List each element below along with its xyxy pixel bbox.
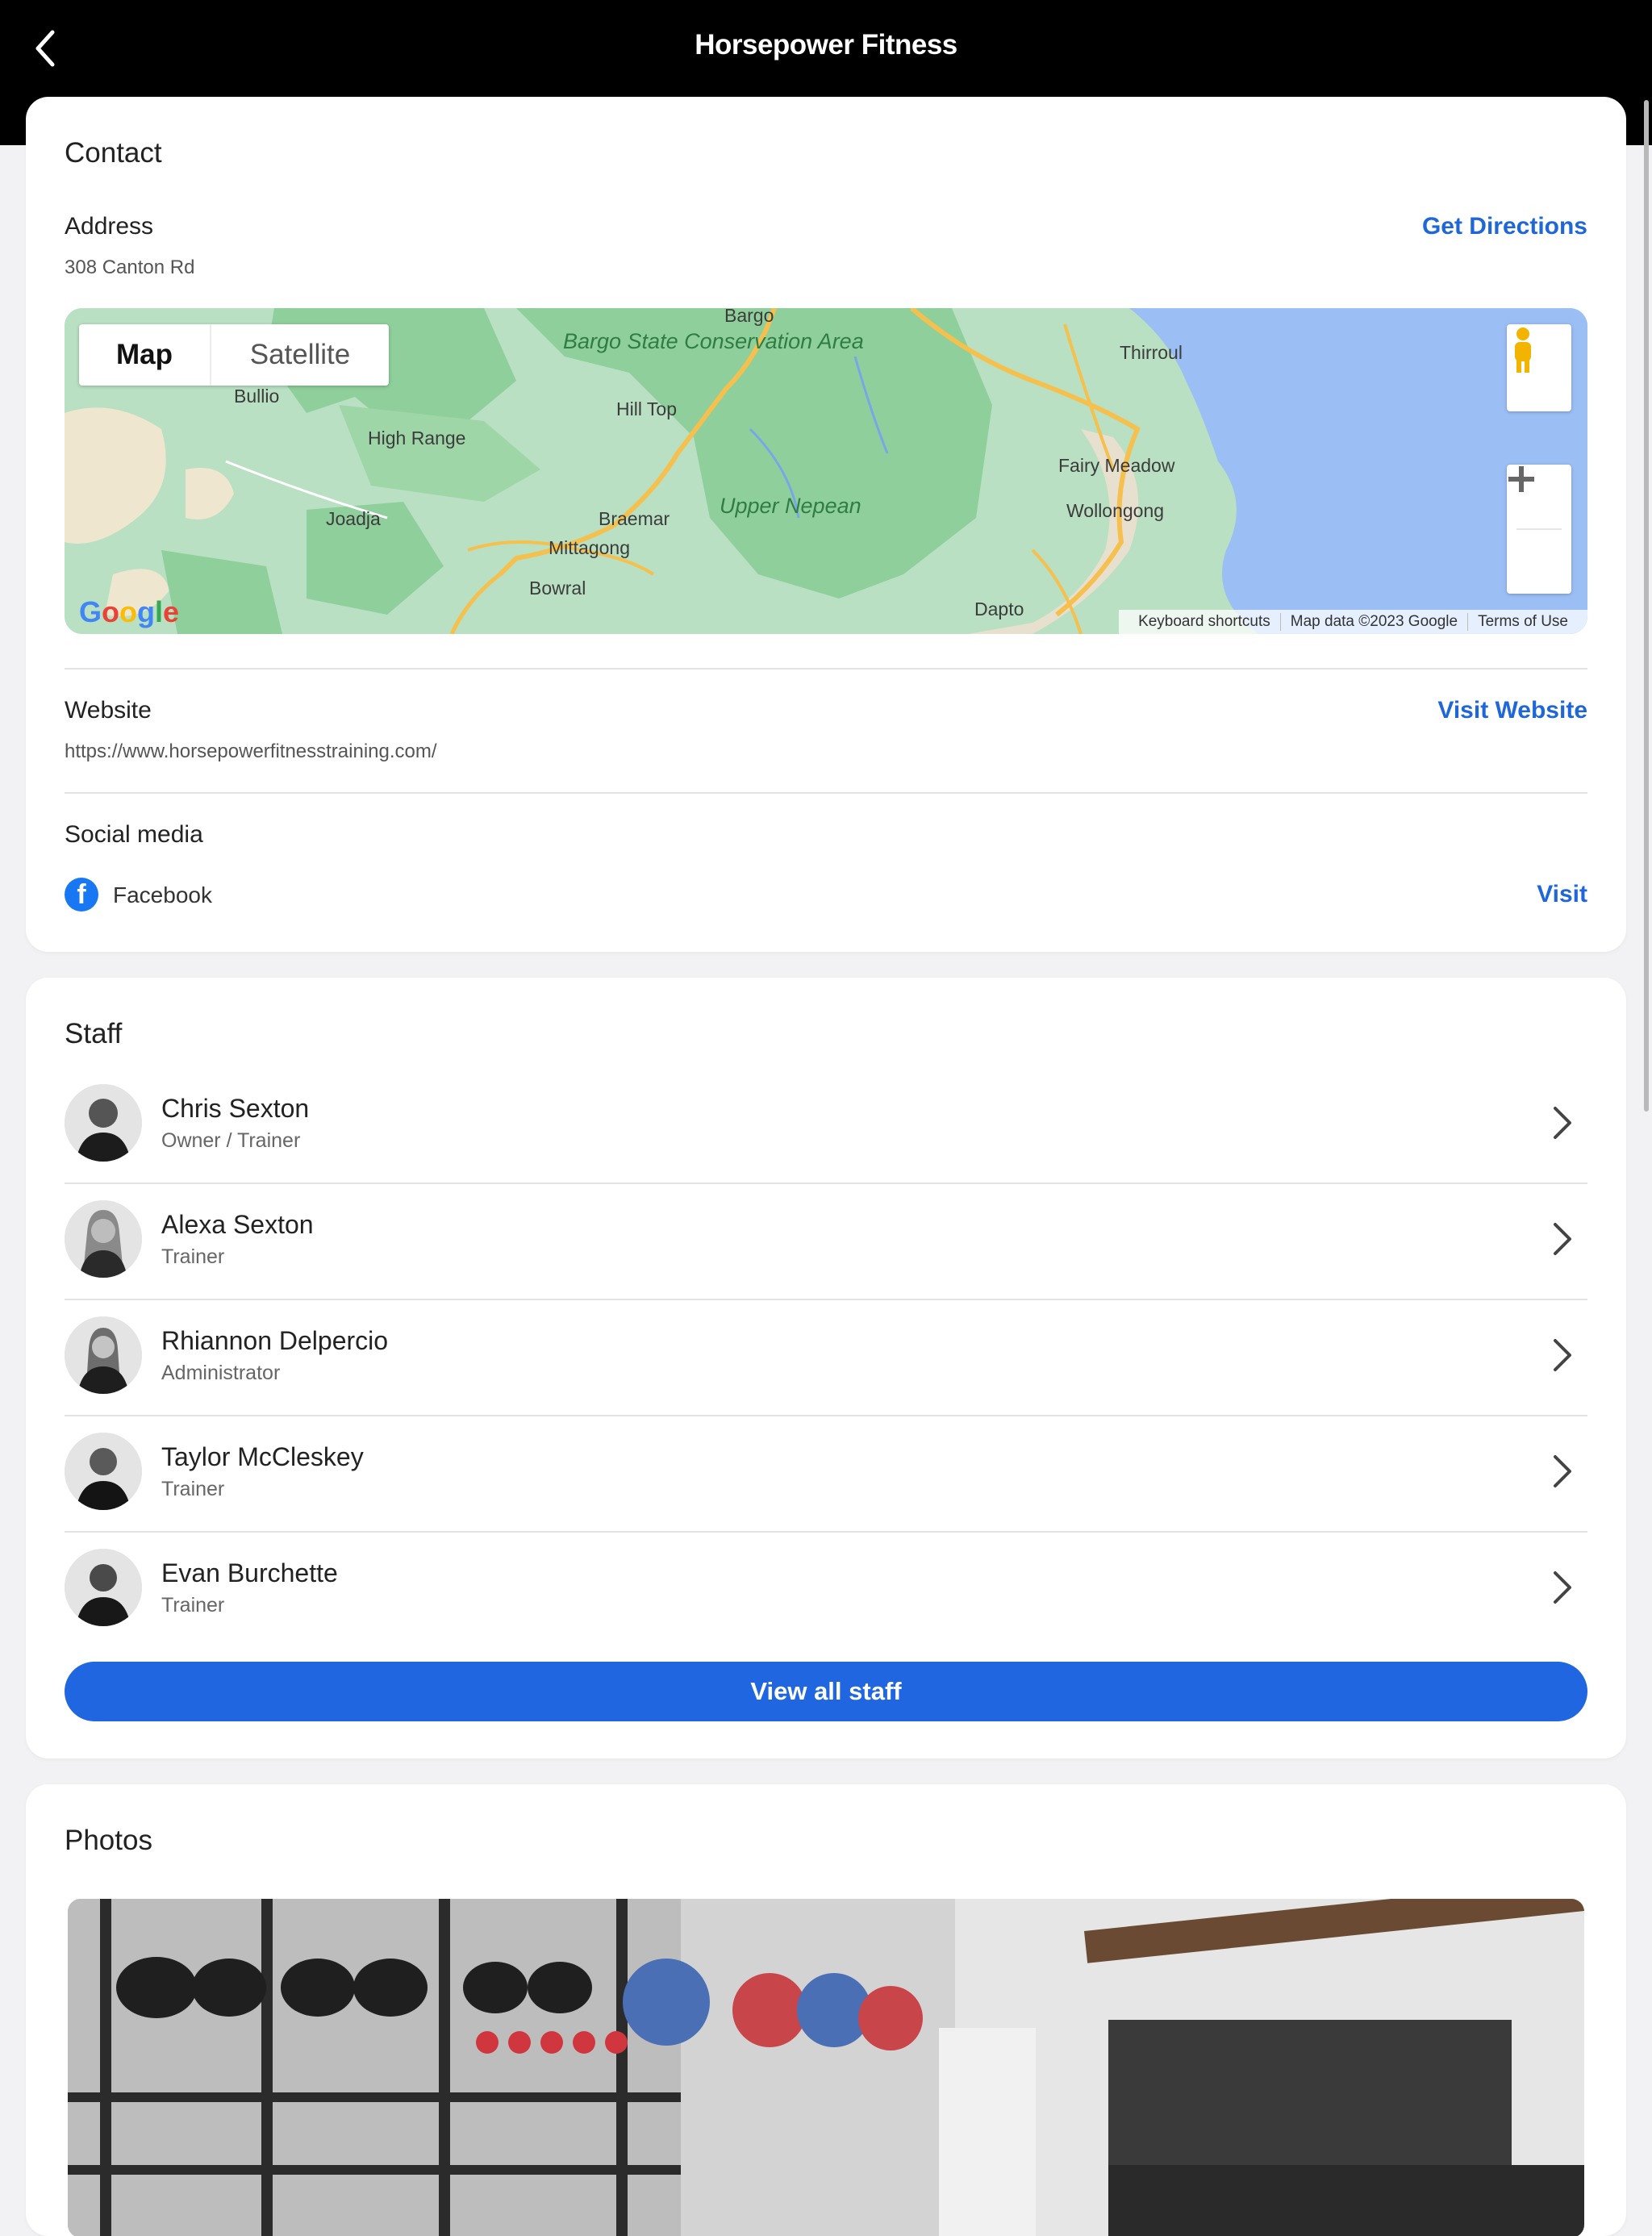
- minus-icon: [1508, 477, 1534, 482]
- staff-card: Staff Chris Sexton Owner / Trainer Alexa…: [26, 978, 1626, 1758]
- map-type-map-button[interactable]: Map: [79, 324, 211, 386]
- staff-role: Trainer: [161, 1594, 225, 1617]
- get-directions-link[interactable]: Get Directions: [1422, 213, 1587, 240]
- street-view-pegman-button[interactable]: [1507, 324, 1571, 411]
- staff-row[interactable]: Evan Burchette Trainer: [65, 1531, 1587, 1647]
- map-view[interactable]: Bargo Bargo State Conservation Area Hill…: [65, 308, 1587, 634]
- chevron-right-icon: [1554, 1223, 1571, 1255]
- scrollbar[interactable]: [1644, 100, 1649, 1112]
- map-place-label: Fairy Meadow: [1058, 455, 1175, 476]
- gym-photo[interactable]: [68, 1899, 1584, 2236]
- staff-row[interactable]: Rhiannon Delpercio Administrator: [65, 1299, 1587, 1415]
- staff-section-title: Staff: [65, 1018, 123, 1049]
- chevron-right-icon: [1554, 1339, 1571, 1371]
- website-label: Website: [65, 697, 152, 724]
- staff-role: Owner / Trainer: [161, 1129, 301, 1152]
- chevron-right-icon: [1554, 1455, 1571, 1487]
- staff-role: Trainer: [161, 1245, 225, 1268]
- map-place-label: Bowral: [529, 578, 586, 599]
- staff-row[interactable]: Alexa Sexton Trainer: [65, 1183, 1587, 1299]
- staff-row[interactable]: Chris Sexton Owner / Trainer: [65, 1066, 1587, 1183]
- zoom-out-button[interactable]: [1507, 477, 1571, 594]
- avatar: [65, 1200, 142, 1278]
- staff-name: Chris Sexton: [161, 1094, 310, 1123]
- staff-name: Rhiannon Delpercio: [161, 1326, 389, 1355]
- avatar: [65, 1084, 142, 1162]
- photos-card: Photos: [26, 1784, 1626, 2236]
- map-type-satellite-button[interactable]: Satellite: [211, 324, 389, 386]
- map-attribution: Keyboard shortcuts Map data ©2023 Google…: [1119, 610, 1587, 634]
- gym-photo-image: [68, 1899, 1584, 2236]
- zoom-controls: [1507, 465, 1571, 594]
- map-place-label: Bargo State Conservation Area: [563, 331, 864, 353]
- map-place-label: Hill Top: [616, 398, 677, 419]
- address-label: Address: [65, 213, 154, 240]
- contact-card: Contact Address Get Directions 308 Canto…: [26, 97, 1626, 952]
- view-all-staff-button[interactable]: View all staff: [65, 1662, 1587, 1721]
- map-place-label: Bargo: [724, 308, 774, 326]
- map-place-label: Bullio: [234, 386, 280, 407]
- avatar: [65, 1316, 142, 1394]
- avatar: [65, 1433, 142, 1510]
- website-value: https://www.horsepowerfitnesstraining.co…: [65, 740, 437, 762]
- social-item-label: Facebook: [113, 882, 212, 907]
- staff-role: Trainer: [161, 1478, 225, 1500]
- map-place-label: Upper Nepean: [720, 494, 861, 518]
- map-place-label: Wollongong: [1066, 500, 1165, 521]
- facebook-icon: f: [65, 878, 98, 912]
- staff-role: Administrator: [161, 1362, 281, 1384]
- visit-website-link[interactable]: Visit Website: [1437, 697, 1587, 724]
- staff-name: Taylor McCleskey: [161, 1442, 364, 1471]
- divider: [65, 792, 1587, 794]
- pegman-icon: [1515, 327, 1531, 373]
- staff-row[interactable]: Taylor McCleskey Trainer: [65, 1415, 1587, 1531]
- page-title: Horsepower Fitness: [695, 29, 957, 60]
- keyboard-shortcuts-link[interactable]: Keyboard shortcuts: [1128, 613, 1280, 631]
- map-place-label: Mittagong: [549, 537, 631, 558]
- map-place-label: Joadja: [326, 508, 381, 529]
- social-media-label: Social media: [65, 821, 203, 848]
- staff-name: Alexa Sexton: [161, 1210, 314, 1239]
- staff-name: Evan Burchette: [161, 1558, 338, 1587]
- avatar: [65, 1549, 142, 1626]
- map-place-label: Dapto: [974, 599, 1024, 619]
- divider: [65, 668, 1587, 670]
- contact-section-title: Contact: [65, 137, 162, 169]
- map-type-toggle: Map Satellite: [79, 324, 389, 386]
- map-place-label: Thirroul: [1120, 342, 1183, 363]
- photos-section-title: Photos: [65, 1825, 152, 1856]
- visit-facebook-link[interactable]: Visit: [1537, 881, 1587, 908]
- address-value: 308 Canton Rd: [65, 257, 195, 278]
- chevron-right-icon: [1554, 1107, 1571, 1139]
- map-data-text: Map data ©2023 Google: [1279, 613, 1467, 631]
- chevron-right-icon: [1554, 1571, 1571, 1604]
- terms-of-use-link[interactable]: Terms of Use: [1467, 613, 1578, 631]
- google-logo: Google: [79, 595, 180, 628]
- map-place-label: Braemar: [599, 508, 670, 529]
- map-place-label: High Range: [368, 428, 466, 448]
